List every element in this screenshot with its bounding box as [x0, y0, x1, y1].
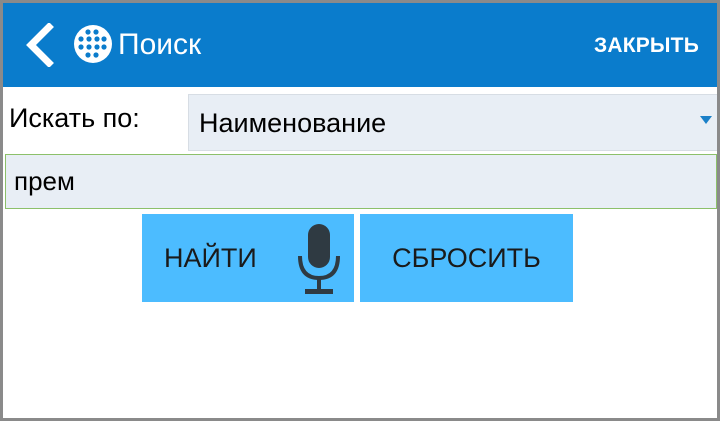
- reset-button[interactable]: СБРОСИТЬ: [360, 214, 573, 302]
- app-bar: Поиск ЗАКРЫТЬ: [3, 3, 717, 87]
- logo-icon: [74, 25, 112, 63]
- dropdown-arrow-icon: [700, 116, 712, 124]
- app-window: Поиск ЗАКРЫТЬ Искать по: Наименование НА…: [3, 3, 717, 418]
- page-title: Поиск: [118, 28, 202, 61]
- search-by-label: Искать по:: [9, 103, 140, 133]
- reset-button-label: СБРОСИТЬ: [392, 243, 541, 273]
- close-button[interactable]: ЗАКРЫТЬ: [594, 31, 699, 61]
- search-field-select[interactable]: Наименование: [188, 94, 717, 151]
- find-button[interactable]: НАЙТИ: [142, 214, 354, 302]
- search-input[interactable]: [5, 154, 717, 209]
- microphone-icon[interactable]: [296, 222, 342, 298]
- select-value: Наименование: [199, 108, 387, 138]
- find-button-label: НАЙТИ: [164, 243, 257, 273]
- back-icon[interactable]: [23, 23, 59, 67]
